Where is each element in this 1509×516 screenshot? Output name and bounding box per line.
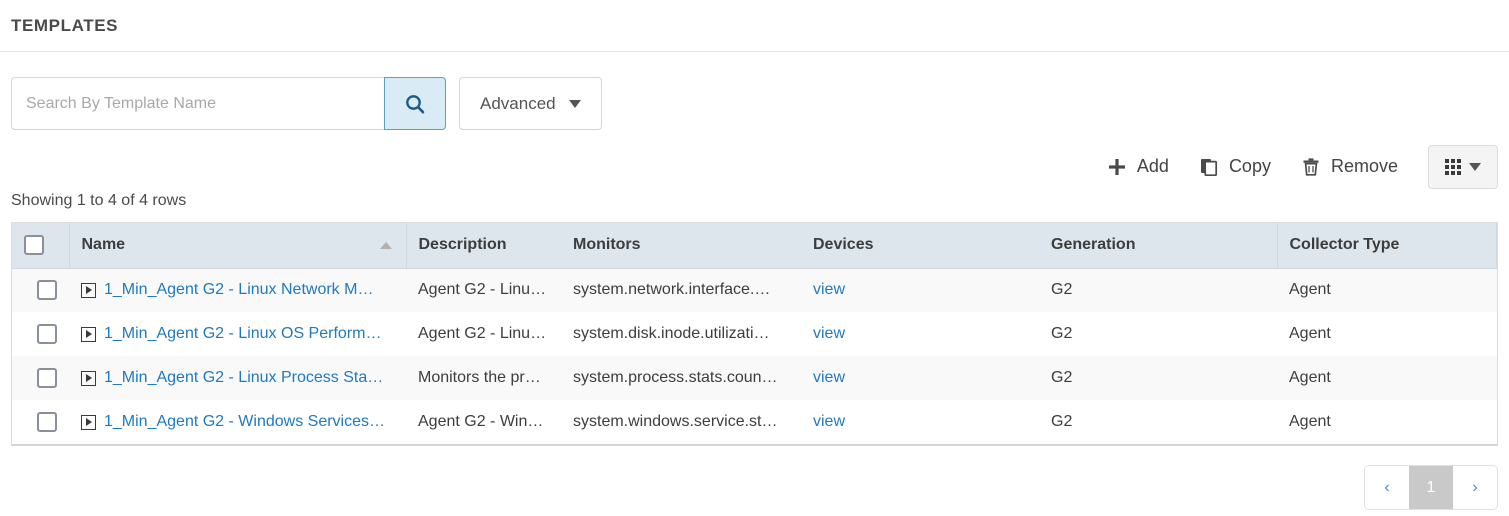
- column-header-description-label: Description: [419, 236, 507, 253]
- trash-icon: [1301, 157, 1321, 177]
- templates-table: Name Description Monitors Devices Genera…: [12, 223, 1497, 444]
- row-checkbox[interactable]: [37, 324, 57, 344]
- grid-icon: [1445, 159, 1461, 175]
- search-icon: [404, 93, 426, 115]
- cell-generation: G2: [1039, 312, 1277, 356]
- pagination-prev-button[interactable]: ‹: [1365, 466, 1409, 509]
- pagination-row: ‹ 1 ›: [0, 465, 1509, 510]
- cell-monitors: system.windows.service.st…: [561, 400, 801, 444]
- caret-down-icon: [1469, 163, 1481, 171]
- play-icon[interactable]: [81, 283, 96, 298]
- template-name-link[interactable]: 1_Min_Agent G2 - Linux Process Sta…: [104, 369, 383, 387]
- column-header-devices-label: Devices: [813, 236, 874, 253]
- chevron-down-icon: [569, 100, 581, 108]
- template-name-link[interactable]: 1_Min_Agent G2 - Linux OS Perform…: [104, 325, 381, 343]
- remove-label: Remove: [1331, 156, 1398, 177]
- cell-devices: view: [801, 268, 1039, 312]
- column-header-generation[interactable]: Generation: [1039, 223, 1277, 268]
- select-all-checkbox[interactable]: [24, 235, 44, 255]
- row-select-cell: [12, 312, 69, 356]
- page-title: TEMPLATES: [11, 16, 118, 36]
- advanced-filter-button[interactable]: Advanced: [459, 77, 602, 130]
- add-label: Add: [1137, 156, 1169, 177]
- devices-view-link[interactable]: view: [813, 325, 845, 342]
- action-toolbar: Add Copy Remove: [0, 144, 1509, 189]
- cell-collector-type: Agent: [1277, 268, 1497, 312]
- devices-view-link[interactable]: view: [813, 369, 845, 386]
- pagination-next-button[interactable]: ›: [1453, 466, 1497, 509]
- column-chooser-button[interactable]: [1428, 145, 1498, 189]
- play-icon[interactable]: [81, 371, 96, 386]
- column-header-generation-label: Generation: [1051, 236, 1135, 253]
- row-checkbox[interactable]: [37, 368, 57, 388]
- advanced-label: Advanced: [480, 94, 556, 114]
- table-header: Name Description Monitors Devices Genera…: [12, 223, 1497, 268]
- column-header-collector-type-label: Collector Type: [1290, 236, 1400, 253]
- pagination-page-1[interactable]: 1: [1409, 466, 1453, 509]
- cell-devices: view: [801, 400, 1039, 444]
- cell-collector-type: Agent: [1277, 356, 1497, 400]
- search-toolbar: Advanced: [0, 52, 1509, 130]
- page-header: TEMPLATES: [0, 0, 1509, 52]
- cell-devices: view: [801, 312, 1039, 356]
- cell-description: Monitors the pr…: [406, 356, 561, 400]
- row-select-cell: [12, 400, 69, 444]
- cell-name: 1_Min_Agent G2 - Windows Services…: [69, 400, 406, 444]
- column-header-devices[interactable]: Devices: [801, 223, 1039, 268]
- caret-up-icon: [380, 242, 392, 249]
- cell-collector-type: Agent: [1277, 400, 1497, 444]
- plus-icon: [1107, 157, 1127, 177]
- cell-name: 1_Min_Agent G2 - Linux OS Perform…: [69, 312, 406, 356]
- cell-generation: G2: [1039, 268, 1277, 312]
- cell-name: 1_Min_Agent G2 - Linux Network M…: [69, 268, 406, 312]
- column-header-description[interactable]: Description: [406, 223, 561, 268]
- cell-generation: G2: [1039, 400, 1277, 444]
- select-all-header: [12, 223, 69, 268]
- cell-generation: G2: [1039, 356, 1277, 400]
- cell-monitors: system.disk.inode.utilizati…: [561, 312, 801, 356]
- column-header-monitors-label: Monitors: [573, 236, 641, 253]
- devices-view-link[interactable]: view: [813, 281, 845, 298]
- add-button[interactable]: Add: [1107, 154, 1169, 179]
- row-select-cell: [12, 268, 69, 312]
- column-header-monitors[interactable]: Monitors: [561, 223, 801, 268]
- remove-button[interactable]: Remove: [1301, 154, 1398, 179]
- search-group: [11, 77, 446, 130]
- play-icon[interactable]: [81, 415, 96, 430]
- copy-label: Copy: [1229, 156, 1271, 177]
- row-checkbox[interactable]: [37, 280, 57, 300]
- cell-description: Agent G2 - Linu…: [406, 312, 561, 356]
- cell-monitors: system.network.interface.…: [561, 268, 801, 312]
- row-select-cell: [12, 356, 69, 400]
- copy-button[interactable]: Copy: [1199, 154, 1271, 179]
- templates-table-container: Name Description Monitors Devices Genera…: [11, 222, 1498, 446]
- column-header-name[interactable]: Name: [69, 223, 406, 268]
- cell-devices: view: [801, 356, 1039, 400]
- copy-icon: [1199, 157, 1219, 177]
- row-checkbox[interactable]: [37, 412, 57, 432]
- search-input[interactable]: [11, 77, 384, 130]
- cell-description: Agent G2 - Linu…: [406, 268, 561, 312]
- table-body: 1_Min_Agent G2 - Linux Network M… Agent …: [12, 268, 1497, 444]
- cell-monitors: system.process.stats.coun…: [561, 356, 801, 400]
- play-icon[interactable]: [81, 327, 96, 342]
- column-header-name-label: Name: [82, 236, 126, 254]
- template-name-link[interactable]: 1_Min_Agent G2 - Windows Services…: [104, 413, 385, 431]
- table-row: 1_Min_Agent G2 - Linux Network M… Agent …: [12, 268, 1497, 312]
- showing-rows-text: Showing 1 to 4 of 4 rows: [0, 192, 1509, 210]
- table-row: 1_Min_Agent G2 - Linux Process Sta… Moni…: [12, 356, 1497, 400]
- devices-view-link[interactable]: view: [813, 413, 845, 430]
- cell-collector-type: Agent: [1277, 312, 1497, 356]
- search-button[interactable]: [384, 77, 446, 130]
- table-header-row: Name Description Monitors Devices Genera…: [12, 223, 1497, 268]
- cell-description: Agent G2 - Win…: [406, 400, 561, 444]
- column-header-collector-type[interactable]: Collector Type: [1277, 223, 1497, 268]
- template-name-link[interactable]: 1_Min_Agent G2 - Linux Network M…: [104, 281, 373, 299]
- table-row: 1_Min_Agent G2 - Windows Services… Agent…: [12, 400, 1497, 444]
- cell-name: 1_Min_Agent G2 - Linux Process Sta…: [69, 356, 406, 400]
- table-row: 1_Min_Agent G2 - Linux OS Perform… Agent…: [12, 312, 1497, 356]
- pagination: ‹ 1 ›: [1364, 465, 1498, 510]
